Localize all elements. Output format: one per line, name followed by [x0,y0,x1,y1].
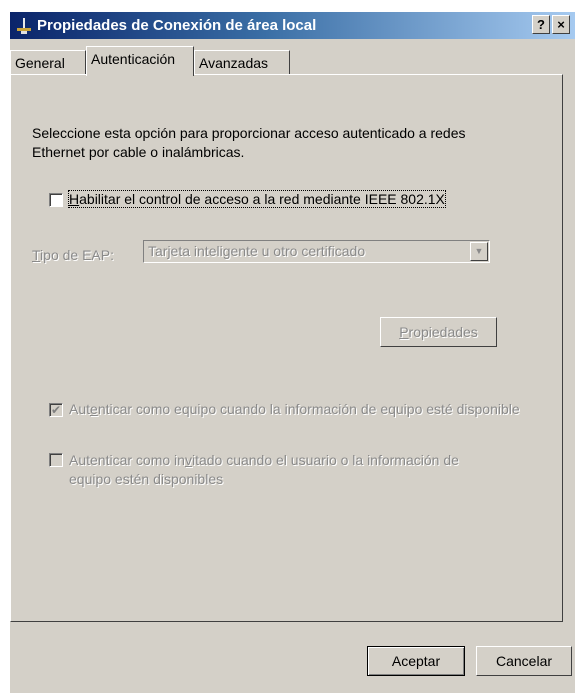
auth-as-computer-pre: Aut [69,401,91,417]
eap-type-mnemonic: T [32,247,41,263]
auth-as-guest-mnemonic: v [184,452,192,468]
network-connection-icon [17,18,31,34]
auth-as-computer-post: nticar como equipo cuando la información… [97,401,520,417]
auth-as-computer-label: Autenticar como equipo cuando la informa… [69,401,520,417]
auth-as-guest-line2: equipo estén disponibles [69,471,224,487]
eap-type-text: ipo de EAP: [40,247,114,263]
properties-mnemonic: P [399,324,409,340]
ok-button[interactable]: Aceptar [367,646,465,676]
enable-8021x-checkbox[interactable] [49,193,63,207]
auth-as-guest-pre: Autenticar como in [69,452,185,468]
auth-as-guest-label: Autenticar como invitado cuando el usuar… [69,451,459,489]
close-button[interactable]: × [552,15,570,34]
auth-as-computer-checkbox[interactable]: ✔ [49,403,63,417]
cancel-button[interactable]: Cancelar [476,646,572,676]
tab-avanzadas-label: Avanzadas [199,55,269,71]
tab-autenticacion[interactable]: Autenticación [86,46,194,76]
auth-description: Seleccione esta opción para proporcionar… [32,125,466,160]
auth-as-guest-checkbox[interactable] [49,453,63,467]
window-title: Propiedades de Conexión de área local [37,17,317,34]
enable-8021x-text: abilitar el control de acceso a la red m… [79,191,445,207]
eap-type-label: Tipo de EAP: [32,247,114,263]
auth-as-guest-post: itado cuando el usuario o la información… [191,452,459,468]
tab-autenticacion-label: Autenticación [91,51,176,67]
enable-8021x-mnemonic: H [69,191,80,207]
help-button[interactable]: ? [532,15,550,34]
tab-avanzadas[interactable]: Avanzadas [194,50,290,74]
title-bar[interactable]: Propiedades de Conexión de área local ? … [10,12,575,39]
properties-text: ropiedades [408,324,478,340]
chevron-down-icon[interactable]: ▼ [470,242,488,261]
properties-button[interactable]: Propiedades [380,317,497,347]
eap-type-value: Tarjeta inteligente u otro certificado [148,243,366,259]
enable-8021x-label[interactable]: Habilitar el control de acceso a la red … [68,190,446,208]
auth-as-computer-mnemonic: e [90,401,98,417]
tab-general[interactable]: General [10,50,86,74]
eap-type-select[interactable]: Tarjeta inteligente u otro certificado ▼ [143,240,490,263]
tab-general-label: General [15,55,65,71]
